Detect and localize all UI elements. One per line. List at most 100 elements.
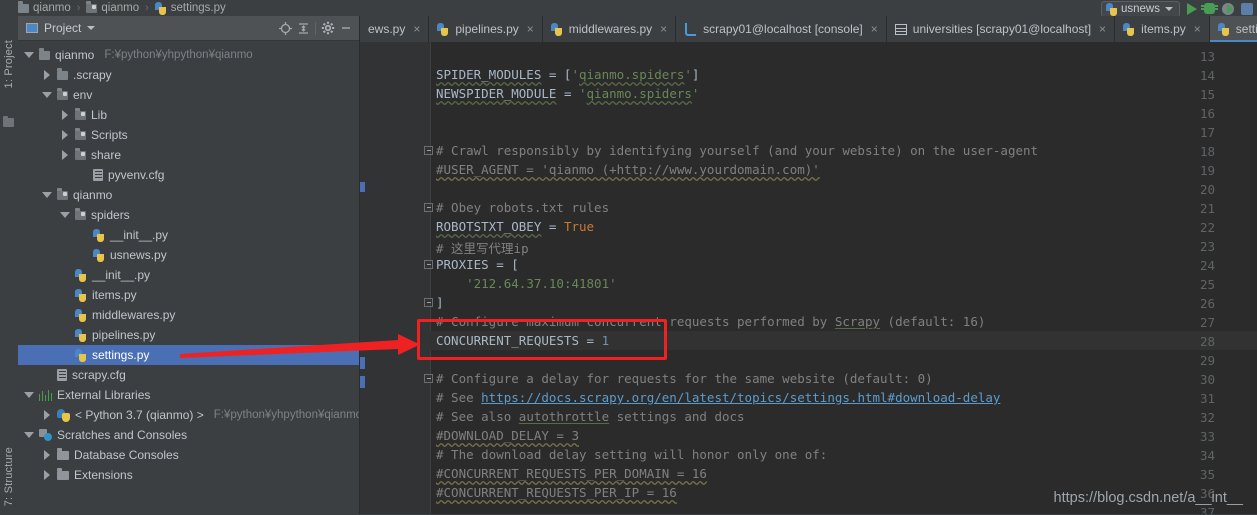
editor-tab-label: items.py (1141, 22, 1186, 36)
tree-row-label: usnews.py (110, 248, 167, 262)
close-icon[interactable]: × (660, 22, 667, 36)
fold-open-icon[interactable] (424, 259, 435, 270)
module-folder-icon (75, 128, 86, 140)
tree-row-scrapy-cfg[interactable]: scrapy.cfg (18, 365, 359, 385)
chevron-down-icon[interactable] (87, 26, 96, 30)
line-number: 34 (1199, 448, 1215, 463)
editor-tab-settin[interactable]: settin (1209, 16, 1257, 42)
editor-tab-label: scrapy01@localhost [console] (703, 22, 863, 36)
debug-icon[interactable] (1201, 3, 1218, 14)
tree-row-label: items.py (92, 288, 137, 302)
tree-row-env[interactable]: env (18, 85, 359, 105)
stop-icon[interactable] (1241, 2, 1253, 15)
run-configuration-selector[interactable]: usnews (1101, 0, 1180, 17)
line-number: 26 (1199, 296, 1215, 311)
tree-row-settings-py[interactable]: settings.py (18, 345, 359, 365)
breadcrumb-item-project[interactable]: qianmo (18, 1, 71, 14)
tree-row-extensions[interactable]: Extensions (18, 465, 359, 485)
twisty-down-icon[interactable] (24, 390, 34, 400)
tree-row-middlewares-py[interactable]: middlewares.py (18, 305, 359, 325)
tool-window-button-structure[interactable]: 7: Structure (3, 447, 15, 506)
fold-open-icon[interactable] (424, 202, 435, 213)
tree-row-scripts[interactable]: Scripts (18, 125, 359, 145)
locate-icon[interactable] (276, 19, 294, 37)
twisty-right-icon[interactable] (42, 410, 52, 420)
editor-tab-scrapy01-localhost--console-[interactable]: scrapy01@localhost [console] × (676, 16, 887, 42)
close-icon[interactable]: × (413, 22, 420, 36)
tree-row-scratches-and-consoles[interactable]: Scratches and Consoles (18, 425, 359, 445)
line-number: 21 (1199, 201, 1215, 216)
close-icon[interactable]: × (871, 22, 878, 36)
close-icon[interactable]: × (527, 22, 534, 36)
change-marker (360, 376, 365, 388)
python-file-icon (1106, 3, 1117, 16)
editor-tab-universities--scrapy01-localhost-[interactable]: universities [scrapy01@localhost] × (886, 16, 1116, 42)
editor-tab-ews-py[interactable]: ews.py × (360, 16, 430, 42)
tree-row-path: F:¥python¥yhpython¥qianmo (104, 49, 253, 61)
code-line: # Obey robots.txt rules (436, 200, 610, 215)
line-number: 23 (1199, 239, 1215, 254)
tree-row-pipelines-py[interactable]: pipelines.py (18, 325, 359, 345)
tree-row-lib[interactable]: Lib (18, 105, 359, 125)
editor-gutter[interactable] (360, 42, 430, 514)
twisty-down-icon[interactable] (42, 90, 52, 100)
python-file-icon (93, 248, 105, 262)
fold-close-icon[interactable] (424, 297, 435, 308)
tree-row-spiders[interactable]: spiders (18, 205, 359, 225)
tree-row-usnews-py[interactable]: usnews.py (18, 245, 359, 265)
project-tree[interactable]: qianmo F:¥python¥yhpython¥qianmo .scrapy en… (18, 41, 359, 515)
tree-row---python-3-7--qianmo---[interactable]: < Python 3.7 (qianmo) > F:¥python¥yhpytho… (18, 405, 359, 425)
twisty-right-icon[interactable] (42, 450, 52, 460)
breadcrumb-label: qianmo (101, 2, 140, 14)
tree-row-share[interactable]: share (18, 145, 359, 165)
tree-row--scrapy[interactable]: .scrapy (18, 65, 359, 85)
project-panel-title[interactable]: Project (26, 21, 96, 35)
editor-tab-label: pipelines.py (455, 22, 519, 36)
twisty-right-icon[interactable] (42, 470, 52, 480)
tree-row-label: env (73, 88, 93, 102)
editor-tab-pipelines-py[interactable]: pipelines.py × (429, 16, 543, 42)
tree-row---init---py[interactable]: __init__.py (18, 265, 359, 285)
twisty-down-icon[interactable] (24, 50, 34, 60)
twisty-right-icon[interactable] (60, 150, 70, 160)
run-icon[interactable] (1187, 2, 1197, 15)
tree-row-database-consoles[interactable]: Database Consoles (18, 445, 359, 465)
twisty-right-icon[interactable] (60, 110, 70, 120)
code-line: '212.64.37.10:41801' (466, 276, 617, 291)
close-icon[interactable]: × (1194, 22, 1201, 36)
fold-open-icon[interactable] (424, 373, 435, 384)
gear-icon[interactable] (319, 19, 337, 37)
tree-row-external-libraries[interactable]: External Libraries (18, 385, 359, 405)
tree-row-qianmo[interactable]: qianmo (18, 185, 359, 205)
folder-icon[interactable] (3, 115, 14, 127)
run-with-coverage-icon[interactable] (1222, 2, 1234, 15)
twisty-down-icon[interactable] (60, 210, 70, 220)
console-icon (684, 23, 697, 36)
close-icon[interactable]: × (1099, 22, 1106, 36)
tree-row---init---py[interactable]: __init__.py (18, 225, 359, 245)
editor-tab-items-py[interactable]: items.py × (1115, 16, 1210, 42)
tree-row-items-py[interactable]: items.py (18, 285, 359, 305)
tree-row-qianmo[interactable]: qianmo F:¥python¥yhpython¥qianmo (18, 45, 359, 65)
tree-row-pyvenv-cfg[interactable]: pyvenv.cfg (18, 165, 359, 185)
tree-row-label: Scripts (91, 128, 128, 142)
editor-tab-bar[interactable]: ews.py × pipelines.py × middlewares.py × scrap… (360, 16, 1257, 42)
minimize-icon[interactable] (337, 19, 355, 37)
fold-open-icon[interactable] (424, 145, 435, 156)
twisty-down-icon[interactable] (24, 430, 34, 440)
breadcrumb-item-file[interactable]: settings.py (154, 1, 226, 15)
twisty-down-icon[interactable] (42, 190, 52, 200)
twisty-right-icon[interactable] (60, 130, 70, 140)
collapse-all-icon[interactable] (294, 19, 312, 37)
python-file-icon (1123, 22, 1135, 36)
editor-tab-middlewares-py[interactable]: middlewares.py × (542, 16, 677, 42)
tool-window-button-project[interactable]: 1: Project (3, 40, 15, 88)
code-line: # The download delay setting will honor … (436, 447, 828, 462)
breadcrumb-item-module[interactable]: qianmo (86, 1, 140, 14)
code-view[interactable]: 13 14 SPIDER_MODULES = ['qianmo.spiders'] 1… (360, 42, 1257, 514)
module-folder-icon (57, 88, 68, 100)
twisty-right-icon[interactable] (42, 70, 52, 80)
line-number: 13 (1199, 49, 1215, 64)
